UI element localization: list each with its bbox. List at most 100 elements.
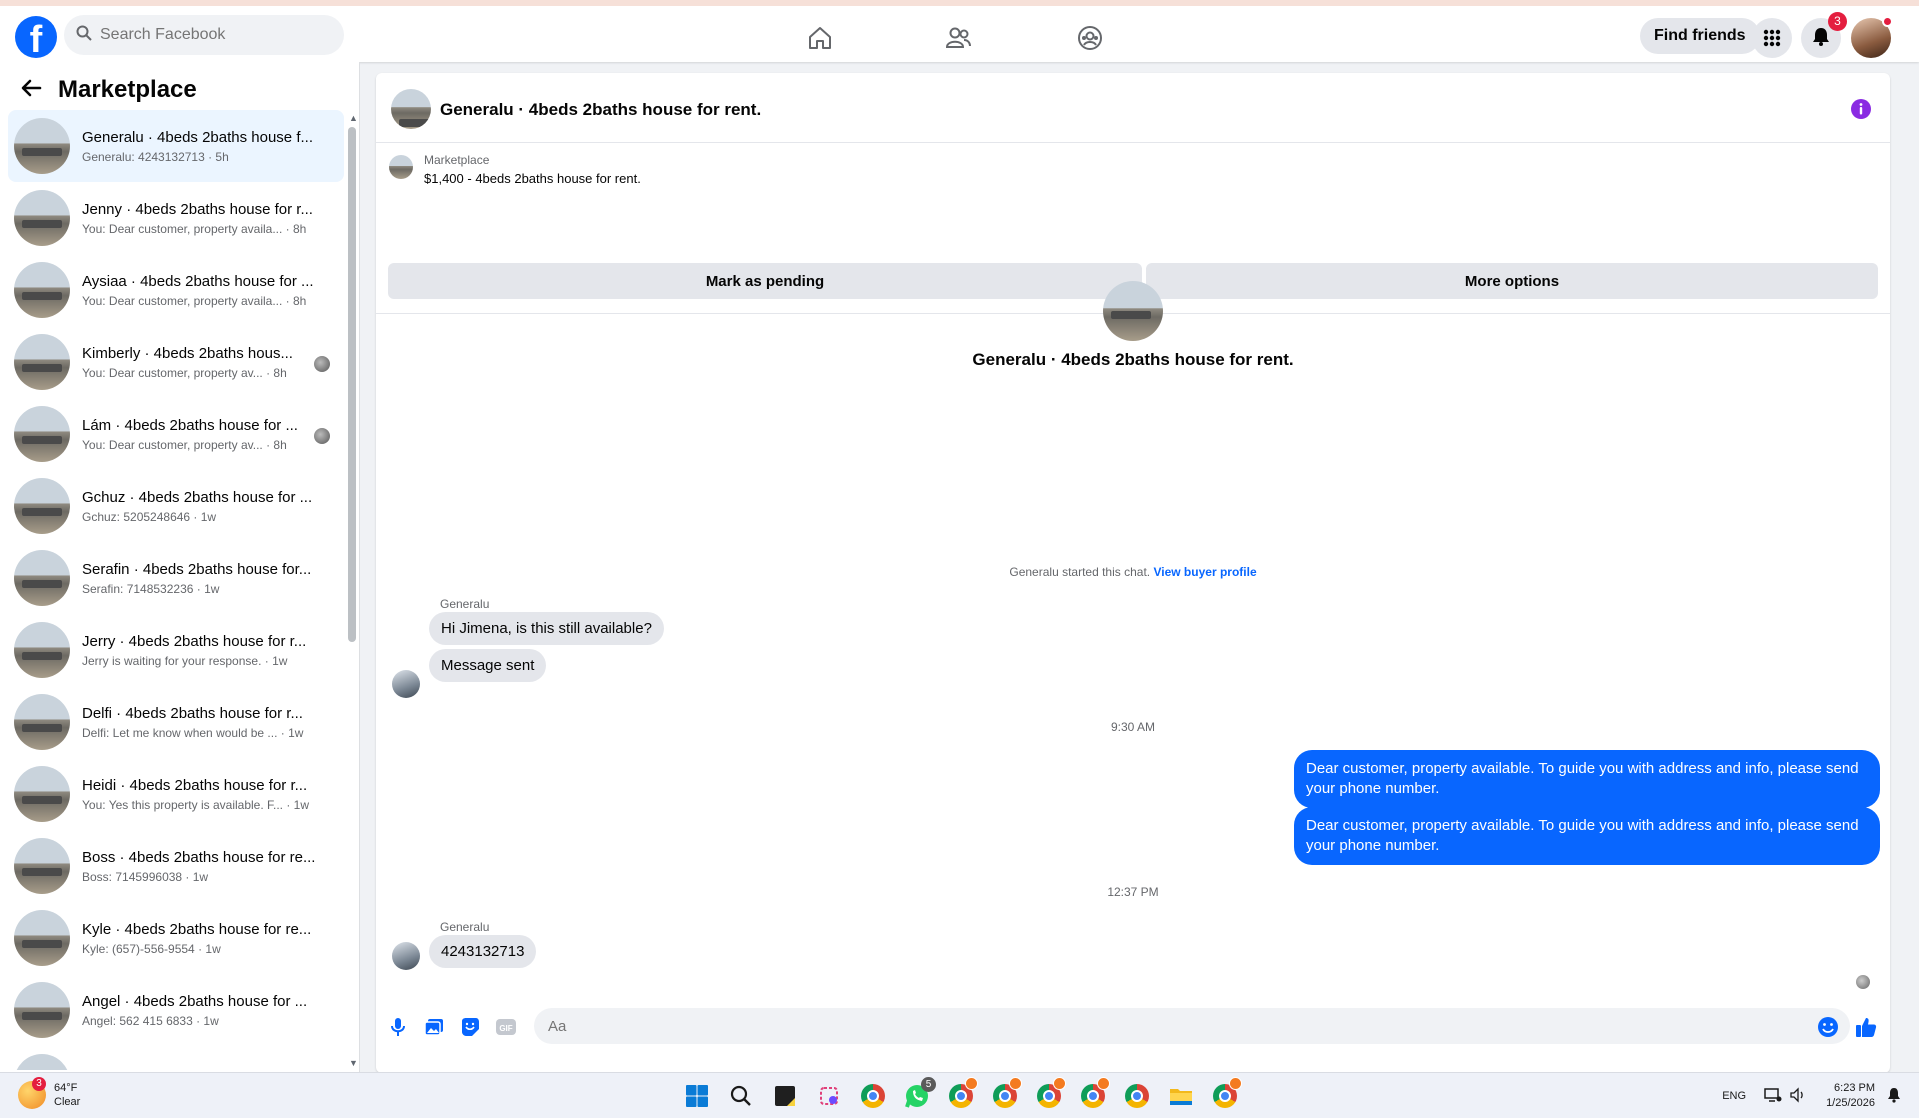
conversation-item[interactable]: Delfi · 4beds 2baths house for r... Delfi… — [8, 686, 344, 758]
listing-price-title[interactable]: $1,400 - 4beds 2baths house for rent. — [424, 171, 641, 186]
mark-as-pending-button[interactable]: Mark as pending — [388, 263, 1142, 299]
conversation-item[interactable]: Boss · 4beds 2baths house for re... Boss:… — [8, 830, 344, 902]
emoji-icon[interactable] — [1816, 1015, 1840, 1039]
conversation-item[interactable]: Angel · 4beds 2baths house for ... Angel:… — [8, 974, 344, 1046]
conversation-title: Angel · 4beds 2baths house for ... — [82, 992, 308, 1010]
conversation-item[interactable]: Lourdes · 4beds 2baths house fo... — [8, 1046, 344, 1070]
gif-icon[interactable]: GIF — [494, 1015, 518, 1039]
sender-avatar[interactable] — [392, 670, 420, 698]
back-arrow-icon[interactable] — [20, 78, 42, 103]
info-icon[interactable] — [1850, 98, 1872, 125]
listing-thumbnail[interactable] — [389, 155, 413, 179]
conversation-item[interactable]: Kimberly · 4beds 2baths hous... You: Dear… — [8, 326, 344, 398]
conversation-center-avatar[interactable] — [1103, 281, 1163, 341]
sidebar-scrollbar-thumb[interactable] — [348, 127, 356, 642]
chat-header-avatar[interactable] — [391, 89, 431, 129]
top-navigation-bar: f Find friends 3 — [0, 0, 1919, 62]
chrome-profile-icon[interactable] — [1078, 1077, 1110, 1111]
snipping-tool-icon[interactable] — [814, 1081, 844, 1111]
incoming-message[interactable]: 4243132713 — [429, 935, 537, 968]
groups-icon[interactable] — [1072, 20, 1108, 56]
chrome-profile-icon[interactable] — [1034, 1077, 1066, 1111]
incoming-message[interactable]: Hi Jimena, is this still available? — [429, 612, 664, 645]
conversation-preview: You: Yes this property is available. F..… — [82, 797, 310, 812]
file-explorer-icon[interactable] — [1166, 1081, 1196, 1111]
conversation-text: Boss · 4beds 2baths house for re... Boss:… — [82, 849, 317, 884]
conversation-text: Jerry · 4beds 2baths house for r... Jerry… — [82, 633, 317, 668]
volume-icon[interactable] — [1790, 1086, 1806, 1106]
conversation-item[interactable]: Jerry · 4beds 2baths house for r... Jerry… — [8, 614, 344, 686]
conversation-preview: Jerry is waiting for your response. · 1w — [82, 653, 288, 668]
conversation-item[interactable]: Lám · 4beds 2baths house for ... You: Dea… — [8, 398, 344, 470]
chrome-profile-badge — [1053, 1077, 1066, 1090]
language-indicator[interactable]: ENG — [1722, 1090, 1746, 1102]
menu-grid-icon[interactable] — [1752, 18, 1792, 58]
conversation-avatar — [14, 766, 70, 822]
profile-avatar[interactable] — [1851, 16, 1893, 58]
system-clock[interactable]: 6:23 PM 1/25/2026 — [1826, 1081, 1875, 1111]
chrome-icon[interactable] — [858, 1081, 888, 1111]
conversation-title: Serafin · 4beds 2baths house for... — [82, 560, 312, 578]
conversation-item[interactable]: Generalu · 4beds 2baths house f... Genera… — [8, 110, 344, 182]
photo-icon[interactable] — [422, 1015, 446, 1039]
search-icon — [76, 25, 92, 46]
search-input[interactable] — [100, 26, 320, 44]
conversation-item[interactable]: Jenny · 4beds 2baths house for r... You: … — [8, 182, 344, 254]
sender-avatar[interactable] — [392, 942, 420, 970]
search-box[interactable] — [64, 15, 344, 55]
conversation-title: Jerry · 4beds 2baths house for r... — [82, 632, 307, 650]
find-friends-button[interactable]: Find friends — [1640, 18, 1760, 54]
conversation-title: Kyle · 4beds 2baths house for re... — [82, 920, 312, 938]
sticker-icon[interactable] — [458, 1015, 482, 1039]
view-buyer-profile-link[interactable]: View buyer profile — [1153, 565, 1256, 579]
taskbar-search-icon[interactable] — [726, 1081, 756, 1111]
conversation-item[interactable]: Serafin · 4beds 2baths house for... Seraf… — [8, 542, 344, 614]
home-icon[interactable] — [802, 20, 838, 56]
marketplace-label: Marketplace — [424, 153, 490, 167]
thumbs-up-icon[interactable] — [1854, 1015, 1878, 1039]
conversation-title: Aysiaa · 4beds 2baths house for ... — [82, 272, 314, 290]
incoming-message[interactable]: Message sent — [429, 649, 547, 682]
more-options-button[interactable]: More options — [1146, 263, 1878, 299]
weather-widget[interactable]: 3 64°F Clear — [18, 1077, 80, 1109]
chat-started-text: Generalu started this chat. — [1009, 565, 1151, 579]
start-button[interactable] — [682, 1081, 712, 1111]
conversation-item[interactable]: Gchuz · 4beds 2baths house for ... Gchuz:… — [8, 470, 344, 542]
chat-started-notice: Generalu started this chat. View buyer p… — [376, 565, 1890, 579]
conversation-avatar — [14, 262, 70, 318]
notification-bell-icon[interactable] — [1887, 1087, 1901, 1106]
conversation-preview: You: Dear customer, property av... · 8h — [82, 437, 287, 452]
facebook-logo[interactable]: f — [15, 16, 57, 58]
sticky-notes-icon[interactable] — [770, 1081, 800, 1111]
conversation-item[interactable]: Aysiaa · 4beds 2baths house for ... You: … — [8, 254, 344, 326]
conversation-avatar — [14, 1054, 70, 1070]
chrome-profile-badge — [965, 1077, 978, 1090]
outgoing-message[interactable]: Dear customer, property available. To gu… — [1294, 750, 1880, 808]
outgoing-message[interactable]: Dear customer, property available. To gu… — [1294, 807, 1880, 865]
chrome-profile-icon[interactable] — [946, 1077, 978, 1111]
message-composer-input[interactable] — [534, 1008, 1850, 1044]
conversation-avatar — [14, 694, 70, 750]
chat-title[interactable]: Generalu · 4beds 2baths house for rent. — [440, 100, 761, 120]
conversation-text: Heidi · 4beds 2baths house for r... You: … — [82, 777, 317, 812]
conversation-item[interactable]: Heidi · 4beds 2baths house for r... You: … — [8, 758, 344, 830]
chrome-profile-badge — [1009, 1077, 1022, 1090]
scroll-down-arrow[interactable]: ▼ — [349, 1058, 358, 1068]
conversation-avatar — [14, 478, 70, 534]
conversation-preview: Gchuz: 5205248646 · 1w — [82, 509, 217, 524]
notifications-button[interactable]: 3 — [1801, 12, 1847, 58]
conversation-avatar — [14, 910, 70, 966]
chrome-logo-icon — [1125, 1084, 1149, 1108]
weather-text: 64°F Clear — [54, 1081, 80, 1109]
microphone-icon[interactable] — [386, 1015, 410, 1039]
chrome-profile-icon[interactable] — [990, 1077, 1022, 1111]
friends-icon[interactable] — [940, 20, 976, 56]
network-icon[interactable] — [1764, 1087, 1782, 1106]
conversation-item[interactable]: Kyle · 4beds 2baths house for re... Kyle:… — [8, 902, 344, 974]
chrome-profile-icon[interactable] — [1210, 1077, 1242, 1111]
chrome-icon[interactable] — [1122, 1081, 1152, 1111]
conversation-preview: Kyle: (657)-556-9554 · 1w — [82, 941, 221, 956]
scroll-up-arrow[interactable]: ▲ — [349, 113, 358, 123]
conversation-title: Boss · 4beds 2baths house for re... — [82, 848, 316, 866]
whatsapp-icon[interactable]: 5 — [902, 1077, 936, 1111]
